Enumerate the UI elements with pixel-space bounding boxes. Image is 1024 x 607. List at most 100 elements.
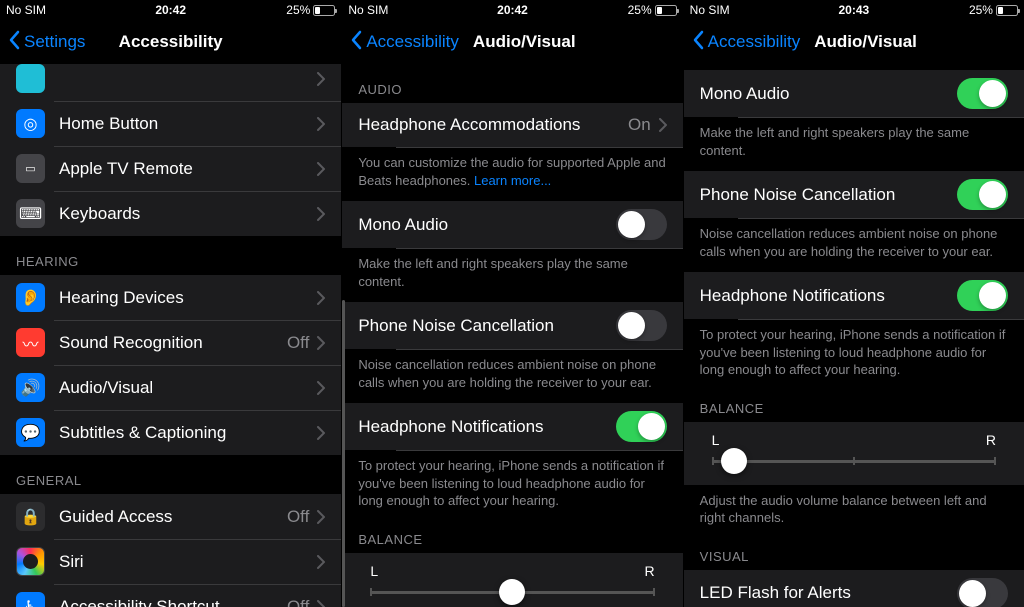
- balance-right-label: R: [986, 432, 996, 448]
- list-item-accessibility-shortcut[interactable]: ♿︎ Accessibility Shortcut Off: [0, 584, 341, 607]
- list-item-subtitles-captioning[interactable]: 💬 Subtitles & Captioning: [0, 410, 341, 455]
- list-item-mono-audio: Mono Audio: [684, 70, 1024, 117]
- slider-thumb[interactable]: [499, 579, 525, 605]
- headphone-notifications-toggle[interactable]: [957, 280, 1008, 311]
- carrier-label: No SIM: [690, 3, 760, 17]
- clock-label: 20:43: [760, 3, 948, 17]
- chevron-right-icon: [317, 72, 325, 86]
- scroll-indicator[interactable]: [342, 300, 345, 607]
- panel-accessibility: No SIM 20:42 25% Settings Accessibility …: [0, 0, 341, 607]
- panel-audio-visual-scrolled-top: No SIM 20:42 25% Accessibility Audio/Vis…: [341, 0, 682, 607]
- section-header-balance: BALANCE: [684, 391, 1024, 422]
- chevron-left-icon: [350, 30, 362, 55]
- footer-mono-audio: Make the left and right speakers play th…: [342, 248, 682, 302]
- row-label: Accessibility Shortcut: [59, 597, 287, 607]
- battery-status: 25%: [948, 3, 1018, 17]
- chevron-right-icon: [317, 117, 325, 131]
- page-title: Audio/Visual: [473, 32, 576, 52]
- battery-pct-label: 25%: [969, 3, 993, 17]
- nav-bar: Accessibility Audio/Visual: [342, 20, 682, 64]
- nav-bar: Settings Accessibility: [0, 20, 341, 64]
- row-label: Guided Access: [59, 507, 287, 527]
- subtitles-icon: 💬: [16, 418, 45, 447]
- list-item-siri[interactable]: Siri: [0, 539, 341, 584]
- row-label: Subtitles & Captioning: [59, 423, 317, 443]
- headphone-notifications-toggle[interactable]: [616, 411, 667, 442]
- app-icon: [16, 64, 45, 93]
- status-bar: No SIM 20:42 25%: [0, 0, 341, 20]
- status-bar: No SIM 20:43 25%: [684, 0, 1024, 20]
- list-item-hearing-devices[interactable]: 👂 Hearing Devices: [0, 275, 341, 320]
- list-item-keyboards[interactable]: ⌨ Keyboards: [0, 191, 341, 236]
- row-value: Off: [287, 597, 309, 607]
- keyboard-icon: ⌨: [16, 199, 45, 228]
- row-label: Headphone Notifications: [358, 417, 615, 437]
- chevron-left-icon: [8, 30, 20, 55]
- battery-pct-label: 25%: [628, 3, 652, 17]
- accessibility-list[interactable]: ◎ Home Button ▭ Apple TV Remote ⌨ Keyboa…: [0, 64, 341, 607]
- footer-headphone-notifications: To protect your hearing, iPhone sends a …: [684, 319, 1024, 391]
- balance-right-label: R: [645, 563, 655, 579]
- row-label: Sound Recognition: [59, 333, 287, 353]
- row-label: Audio/Visual: [59, 378, 317, 398]
- clock-label: 20:42: [76, 3, 265, 17]
- siri-icon: [16, 547, 45, 576]
- chevron-right-icon: [317, 381, 325, 395]
- back-label: Settings: [24, 32, 85, 52]
- footer-headphone-accom: You can customize the audio for supporte…: [342, 147, 682, 201]
- audio-visual-list[interactable]: Mono Audio Make the left and right speak…: [684, 64, 1024, 607]
- chevron-left-icon: [692, 30, 704, 55]
- list-item-partial[interactable]: [0, 64, 341, 101]
- list-item-sound-recognition[interactable]: 〰 Sound Recognition Off: [0, 320, 341, 365]
- back-button[interactable]: Accessibility: [692, 30, 801, 55]
- row-value: On: [628, 115, 651, 135]
- list-item-guided-access[interactable]: 🔒 Guided Access Off: [0, 494, 341, 539]
- row-label: LED Flash for Alerts: [700, 583, 957, 603]
- section-header-visual: VISUAL: [684, 539, 1024, 570]
- list-item-mono-audio: Mono Audio: [342, 201, 682, 248]
- learn-more-link[interactable]: Learn more...: [474, 173, 551, 188]
- row-label: Phone Noise Cancellation: [358, 316, 615, 336]
- list-item-noise-cancellation: Phone Noise Cancellation: [684, 171, 1024, 218]
- status-bar: No SIM 20:42 25%: [342, 0, 682, 20]
- back-button[interactable]: Accessibility: [350, 30, 459, 55]
- back-label: Accessibility: [366, 32, 459, 52]
- slider-thumb[interactable]: [721, 448, 747, 474]
- list-item-audio-visual[interactable]: 🔊 Audio/Visual: [0, 365, 341, 410]
- noise-cancellation-toggle[interactable]: [957, 179, 1008, 210]
- noise-cancellation-toggle[interactable]: [616, 310, 667, 341]
- audio-visual-list[interactable]: AUDIO Headphone Accommodations On You ca…: [342, 64, 682, 607]
- carrier-label: No SIM: [6, 3, 76, 17]
- battery-status: 25%: [607, 3, 677, 17]
- back-button[interactable]: Settings: [8, 30, 85, 55]
- footer-noise-cancellation: Noise cancellation reduces ambient noise…: [684, 218, 1024, 272]
- accessibility-icon: ♿︎: [16, 592, 45, 607]
- chevron-right-icon: [317, 336, 325, 350]
- sound-recognition-icon: 〰: [16, 328, 45, 357]
- chevron-right-icon: [317, 426, 325, 440]
- balance-left-label: L: [370, 563, 378, 579]
- home-button-icon: ◎: [16, 109, 45, 138]
- chevron-right-icon: [317, 555, 325, 569]
- list-item-home-button[interactable]: ◎ Home Button: [0, 101, 341, 146]
- row-label: Home Button: [59, 114, 317, 134]
- row-label: Hearing Devices: [59, 288, 317, 308]
- row-label: Apple TV Remote: [59, 159, 317, 179]
- chevron-right-icon: [317, 600, 325, 607]
- row-label: Headphone Accommodations: [358, 115, 628, 135]
- list-item-apple-tv-remote[interactable]: ▭ Apple TV Remote: [0, 146, 341, 191]
- back-label: Accessibility: [708, 32, 801, 52]
- led-flash-toggle[interactable]: [957, 578, 1008, 607]
- section-header-balance: BALANCE: [342, 522, 682, 553]
- chevron-right-icon: [317, 510, 325, 524]
- row-label: Mono Audio: [700, 84, 957, 104]
- mono-audio-toggle[interactable]: [616, 209, 667, 240]
- list-item-headphone-accommodations[interactable]: Headphone Accommodations On: [342, 103, 682, 147]
- footer-mono-audio: Make the left and right speakers play th…: [684, 117, 1024, 171]
- footer-balance: Adjust the audio volume balance between …: [684, 485, 1024, 539]
- mono-audio-toggle[interactable]: [957, 78, 1008, 109]
- balance-slider[interactable]: [712, 460, 996, 463]
- balance-slider[interactable]: [370, 591, 654, 594]
- battery-status: 25%: [265, 3, 335, 17]
- carrier-label: No SIM: [348, 3, 418, 17]
